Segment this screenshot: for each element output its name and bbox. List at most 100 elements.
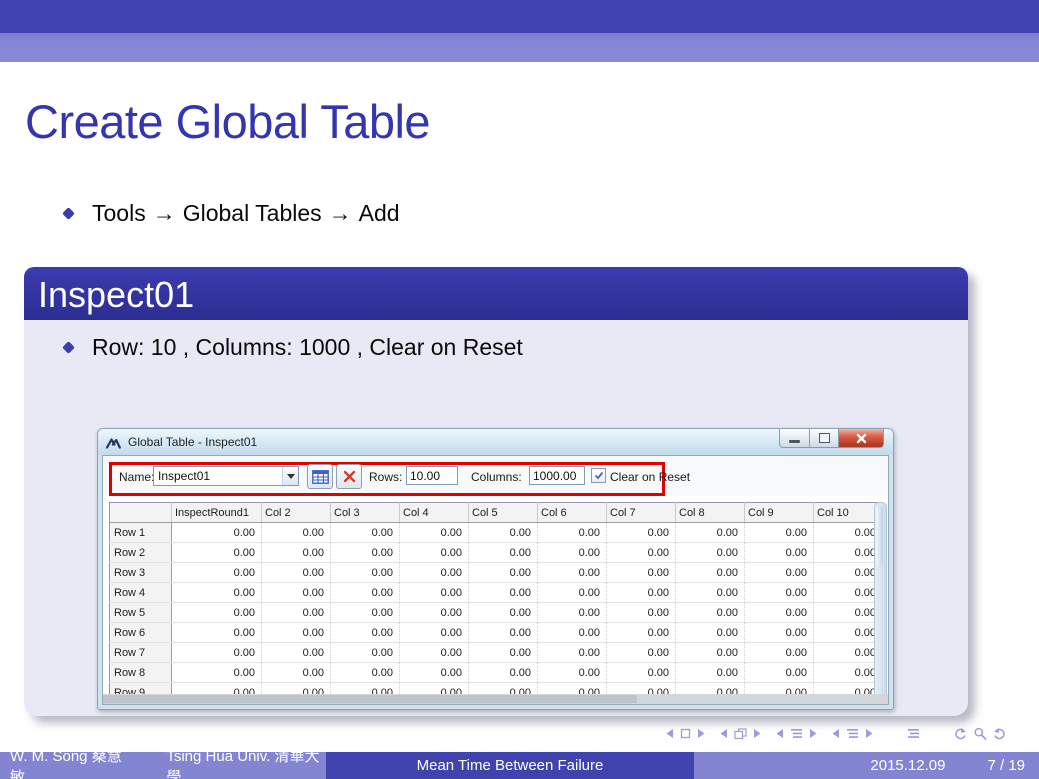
column-header[interactable]: Col 10 (814, 503, 883, 523)
column-header[interactable]: Col 5 (469, 503, 538, 523)
table-cell[interactable]: 0.00 (400, 543, 469, 563)
row-header[interactable]: Row 1 (110, 523, 172, 543)
table-cell[interactable]: 0.00 (814, 543, 883, 563)
next-icon[interactable] (753, 728, 762, 739)
horizontal-scrollbar[interactable] (103, 694, 888, 704)
redo-icon[interactable] (993, 727, 1007, 740)
dialog-titlebar[interactable]: Global Table - Inspect01 (98, 429, 893, 455)
table-cell[interactable]: 0.00 (538, 623, 607, 643)
table-cell[interactable]: 0.00 (676, 563, 745, 583)
table-cell[interactable]: 0.00 (469, 523, 538, 543)
section-outline-icon[interactable] (790, 728, 803, 739)
subsection-outline-icon[interactable] (846, 728, 859, 739)
table-cell[interactable]: 0.00 (607, 643, 676, 663)
table-cell[interactable]: 0.00 (745, 543, 814, 563)
horizontal-scrollbar-thumb[interactable] (103, 695, 637, 703)
table-cell[interactable]: 0.00 (400, 603, 469, 623)
minimize-button[interactable] (779, 429, 810, 448)
table-cell[interactable]: 0.00 (676, 603, 745, 623)
appendix-outline-icon[interactable] (907, 728, 920, 739)
table-cell[interactable]: 0.00 (538, 663, 607, 683)
table-cell[interactable]: 0.00 (331, 523, 400, 543)
column-header[interactable]: Col 4 (400, 503, 469, 523)
table-cell[interactable]: 0.00 (400, 643, 469, 663)
table-cell[interactable]: 0.00 (607, 663, 676, 683)
table-cell[interactable]: 0.00 (262, 523, 331, 543)
table-cell[interactable]: 0.00 (745, 663, 814, 683)
close-button[interactable] (839, 429, 884, 448)
table-cell[interactable]: 0.00 (676, 523, 745, 543)
table-cell[interactable]: 0.00 (538, 563, 607, 583)
table-cell[interactable]: 0.00 (676, 583, 745, 603)
table-cell[interactable]: 0.00 (262, 563, 331, 583)
table-cell[interactable]: 0.00 (262, 583, 331, 603)
table-cell[interactable]: 0.00 (814, 623, 883, 643)
table-cell[interactable]: 0.00 (331, 543, 400, 563)
table-cell[interactable]: 0.00 (262, 603, 331, 623)
table-cell[interactable]: 0.00 (538, 583, 607, 603)
rows-input[interactable] (406, 466, 458, 485)
column-header[interactable]: Col 3 (331, 503, 400, 523)
column-header[interactable]: Col 7 (607, 503, 676, 523)
table-cell[interactable]: 0.00 (172, 563, 262, 583)
column-header[interactable]: InspectRound1 (172, 503, 262, 523)
table-cell[interactable]: 0.00 (400, 523, 469, 543)
table-cell[interactable]: 0.00 (469, 583, 538, 603)
table-cell[interactable]: 0.00 (172, 603, 262, 623)
column-header[interactable] (110, 503, 172, 523)
table-cell[interactable]: 0.00 (814, 643, 883, 663)
table-cell[interactable]: 0.00 (814, 563, 883, 583)
table-cell[interactable]: 0.00 (745, 563, 814, 583)
frame-overview-icon[interactable] (734, 728, 747, 740)
frame-icon[interactable] (680, 728, 691, 739)
table-cell[interactable]: 0.00 (331, 563, 400, 583)
table-cell[interactable]: 0.00 (262, 643, 331, 663)
prev-frame-icon[interactable] (665, 728, 674, 739)
table-cell[interactable]: 0.00 (172, 543, 262, 563)
table-cell[interactable]: 0.00 (469, 623, 538, 643)
delete-table-button[interactable] (336, 464, 362, 489)
undo-icon[interactable] (953, 727, 967, 740)
table-cell[interactable]: 0.00 (538, 523, 607, 543)
table-cell[interactable]: 0.00 (172, 623, 262, 643)
table-cell[interactable]: 0.00 (331, 623, 400, 643)
column-header[interactable]: Col 8 (676, 503, 745, 523)
table-cell[interactable]: 0.00 (538, 643, 607, 663)
table-cell[interactable]: 0.00 (172, 583, 262, 603)
table-cell[interactable]: 0.00 (172, 643, 262, 663)
table-cell[interactable]: 0.00 (331, 643, 400, 663)
table-cell[interactable]: 0.00 (262, 543, 331, 563)
clear-on-reset-checkbox[interactable] (591, 468, 606, 483)
table-cell[interactable]: 0.00 (172, 663, 262, 683)
table-cell[interactable]: 0.00 (814, 603, 883, 623)
table-cell[interactable]: 0.00 (745, 603, 814, 623)
prev-section-icon[interactable] (775, 728, 784, 739)
table-cell[interactable]: 0.00 (262, 623, 331, 643)
table-cell[interactable]: 0.00 (469, 643, 538, 663)
column-header[interactable]: Col 9 (745, 503, 814, 523)
table-cell[interactable]: 0.00 (607, 543, 676, 563)
table-cell[interactable]: 0.00 (814, 523, 883, 543)
next-frame-icon[interactable] (697, 728, 706, 739)
table-cell[interactable]: 0.00 (469, 563, 538, 583)
table-cell[interactable]: 0.00 (676, 663, 745, 683)
table-cell[interactable]: 0.00 (607, 603, 676, 623)
prev-subsection-icon[interactable] (831, 728, 840, 739)
row-header[interactable]: Row 4 (110, 583, 172, 603)
table-cell[interactable]: 0.00 (607, 523, 676, 543)
search-icon[interactable] (973, 727, 987, 740)
row-header[interactable]: Row 7 (110, 643, 172, 663)
row-header[interactable]: Row 8 (110, 663, 172, 683)
next-subsection-icon[interactable] (865, 728, 874, 739)
table-cell[interactable]: 0.00 (538, 603, 607, 623)
table-cell[interactable]: 0.00 (814, 583, 883, 603)
table-cell[interactable]: 0.00 (400, 563, 469, 583)
table-cell[interactable]: 0.00 (745, 523, 814, 543)
table-cell[interactable]: 0.00 (172, 523, 262, 543)
vertical-scrollbar[interactable] (874, 502, 887, 702)
table-cell[interactable]: 0.00 (400, 663, 469, 683)
table-cell[interactable]: 0.00 (676, 623, 745, 643)
combobox-dropdown-button[interactable] (282, 467, 298, 485)
table-cell[interactable]: 0.00 (745, 623, 814, 643)
table-cell[interactable]: 0.00 (538, 543, 607, 563)
